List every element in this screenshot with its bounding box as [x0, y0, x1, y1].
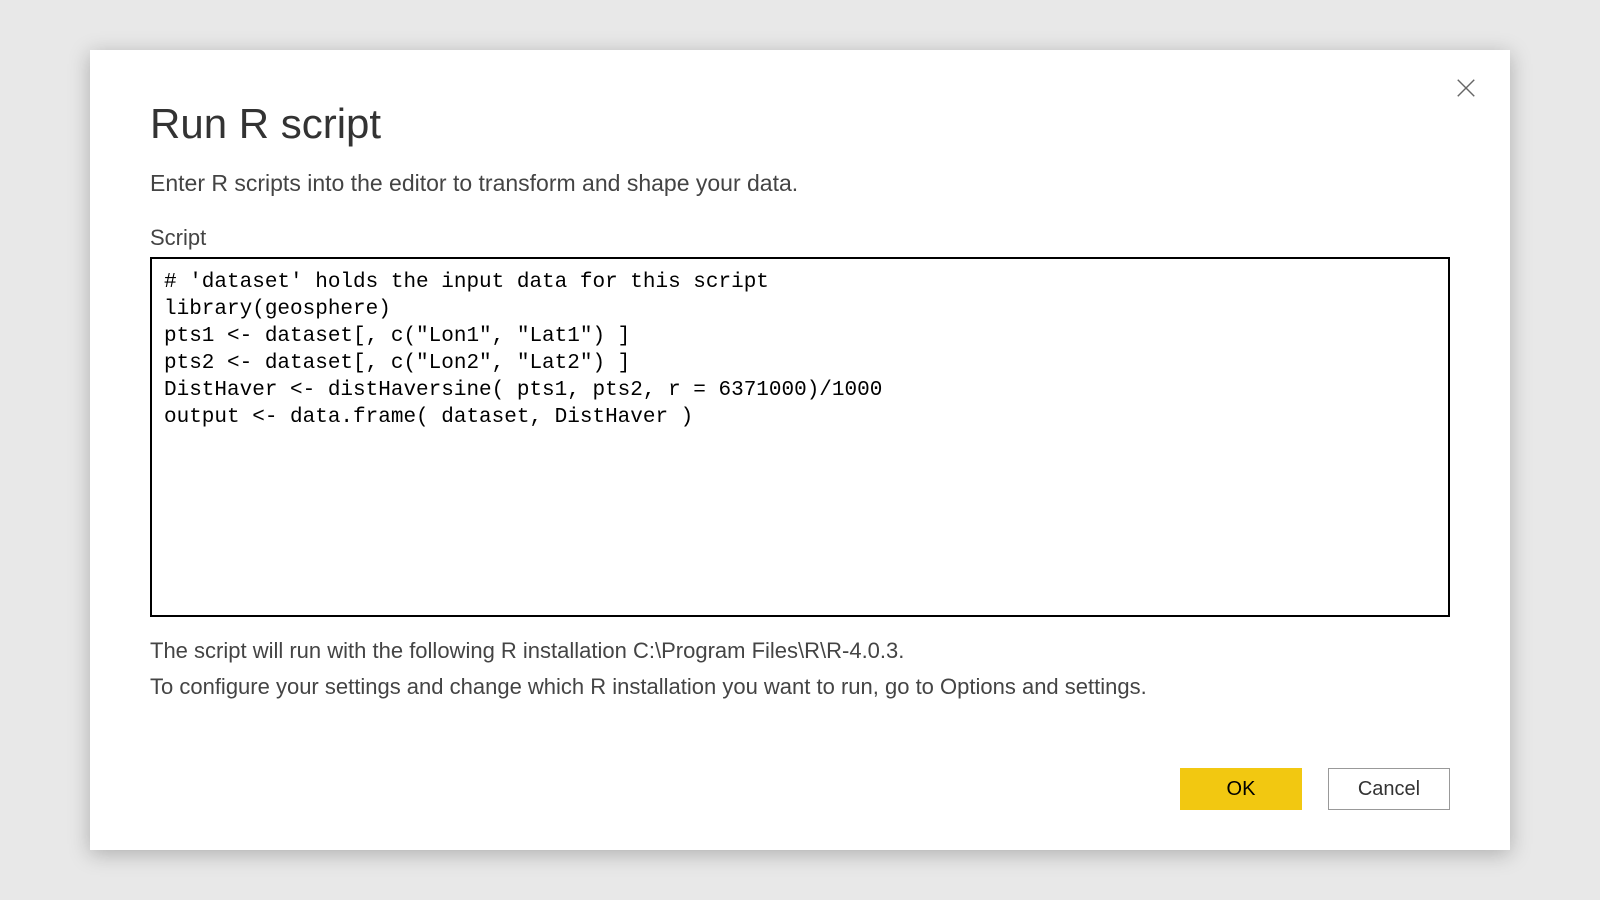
cancel-button[interactable]: Cancel	[1328, 768, 1450, 810]
close-button[interactable]	[1446, 68, 1486, 108]
install-info: The script will run with the following R…	[150, 633, 1450, 705]
install-config-line: To configure your settings and change wh…	[150, 669, 1450, 705]
install-path-line: The script will run with the following R…	[150, 633, 1450, 669]
ok-button[interactable]: OK	[1180, 768, 1302, 810]
button-row: OK Cancel	[150, 744, 1450, 810]
dialog-subtitle: Enter R scripts into the editor to trans…	[150, 170, 1450, 197]
script-label: Script	[150, 225, 1450, 251]
run-r-script-dialog: Run R script Enter R scripts into the ed…	[90, 50, 1510, 850]
close-icon	[1455, 77, 1477, 99]
dialog-title: Run R script	[150, 100, 1450, 148]
script-editor[interactable]	[150, 257, 1450, 617]
